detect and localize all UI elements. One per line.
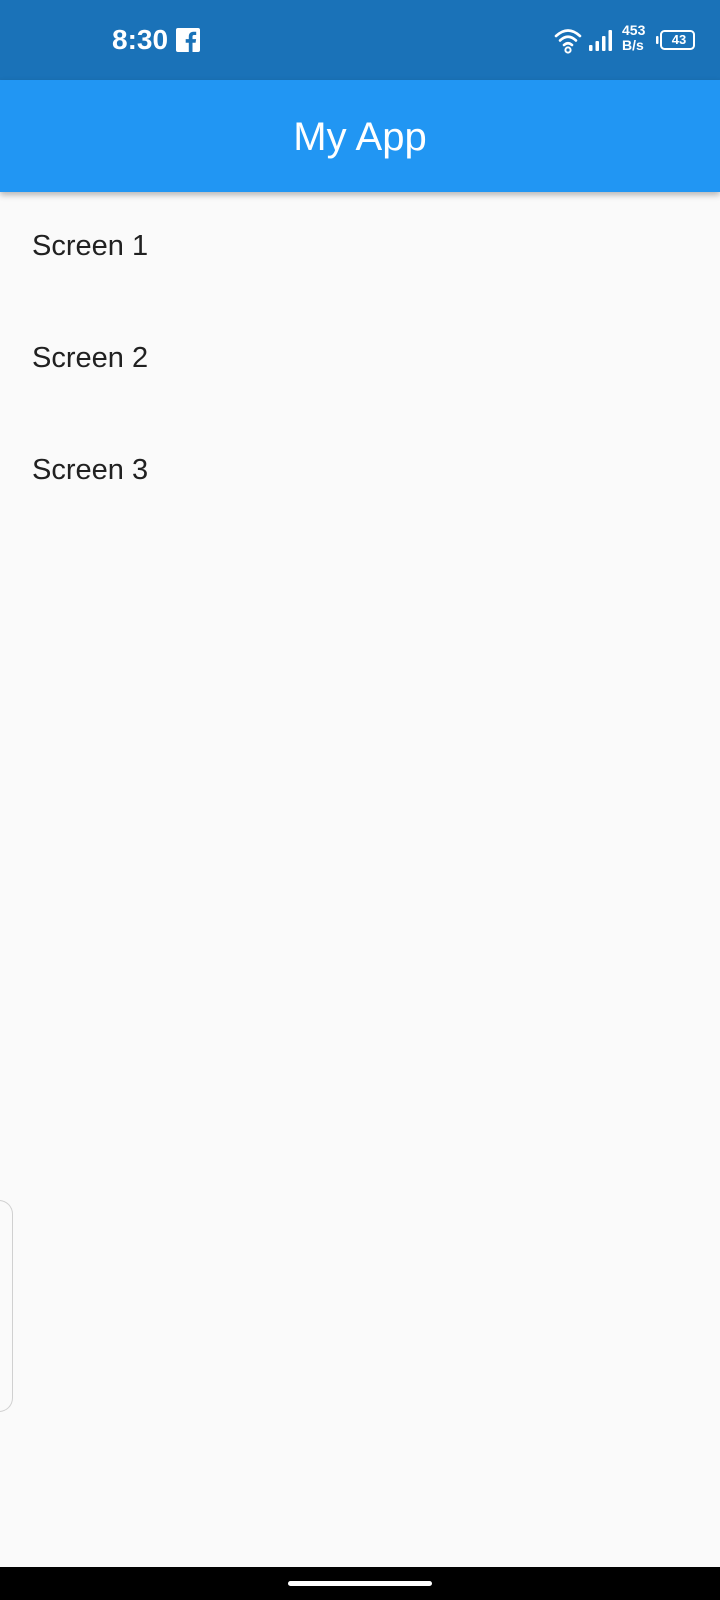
signal-icon bbox=[589, 30, 612, 51]
navigation-bar bbox=[0, 1567, 720, 1600]
network-speed: 453 B/s bbox=[622, 23, 645, 53]
network-speed-unit: B/s bbox=[622, 37, 644, 53]
network-speed-value: 453 bbox=[622, 22, 646, 38]
status-bar: 8:30 453 B/s 43 bbox=[0, 0, 720, 80]
wifi-icon bbox=[554, 29, 582, 54]
page-title: My App bbox=[293, 115, 427, 159]
edge-panel-handle[interactable] bbox=[0, 1200, 13, 1412]
list-item-label: Screen 3 bbox=[32, 454, 149, 486]
battery-level: 43 bbox=[671, 32, 687, 47]
status-time: 8:30 bbox=[112, 24, 169, 55]
home-indicator[interactable] bbox=[288, 1581, 432, 1586]
facebook-icon bbox=[176, 28, 200, 52]
list-item-screen-1[interactable]: Screen 1 bbox=[0, 192, 720, 304]
screen-list: Screen 1 Screen 2 Screen 3 bbox=[0, 192, 720, 528]
list-item-label: Screen 2 bbox=[32, 342, 149, 374]
list-item-screen-3[interactable]: Screen 3 bbox=[0, 416, 720, 528]
list-item-label: Screen 1 bbox=[32, 230, 149, 262]
list-item-screen-2[interactable]: Screen 2 bbox=[0, 304, 720, 416]
app-bar: My App bbox=[0, 80, 720, 192]
